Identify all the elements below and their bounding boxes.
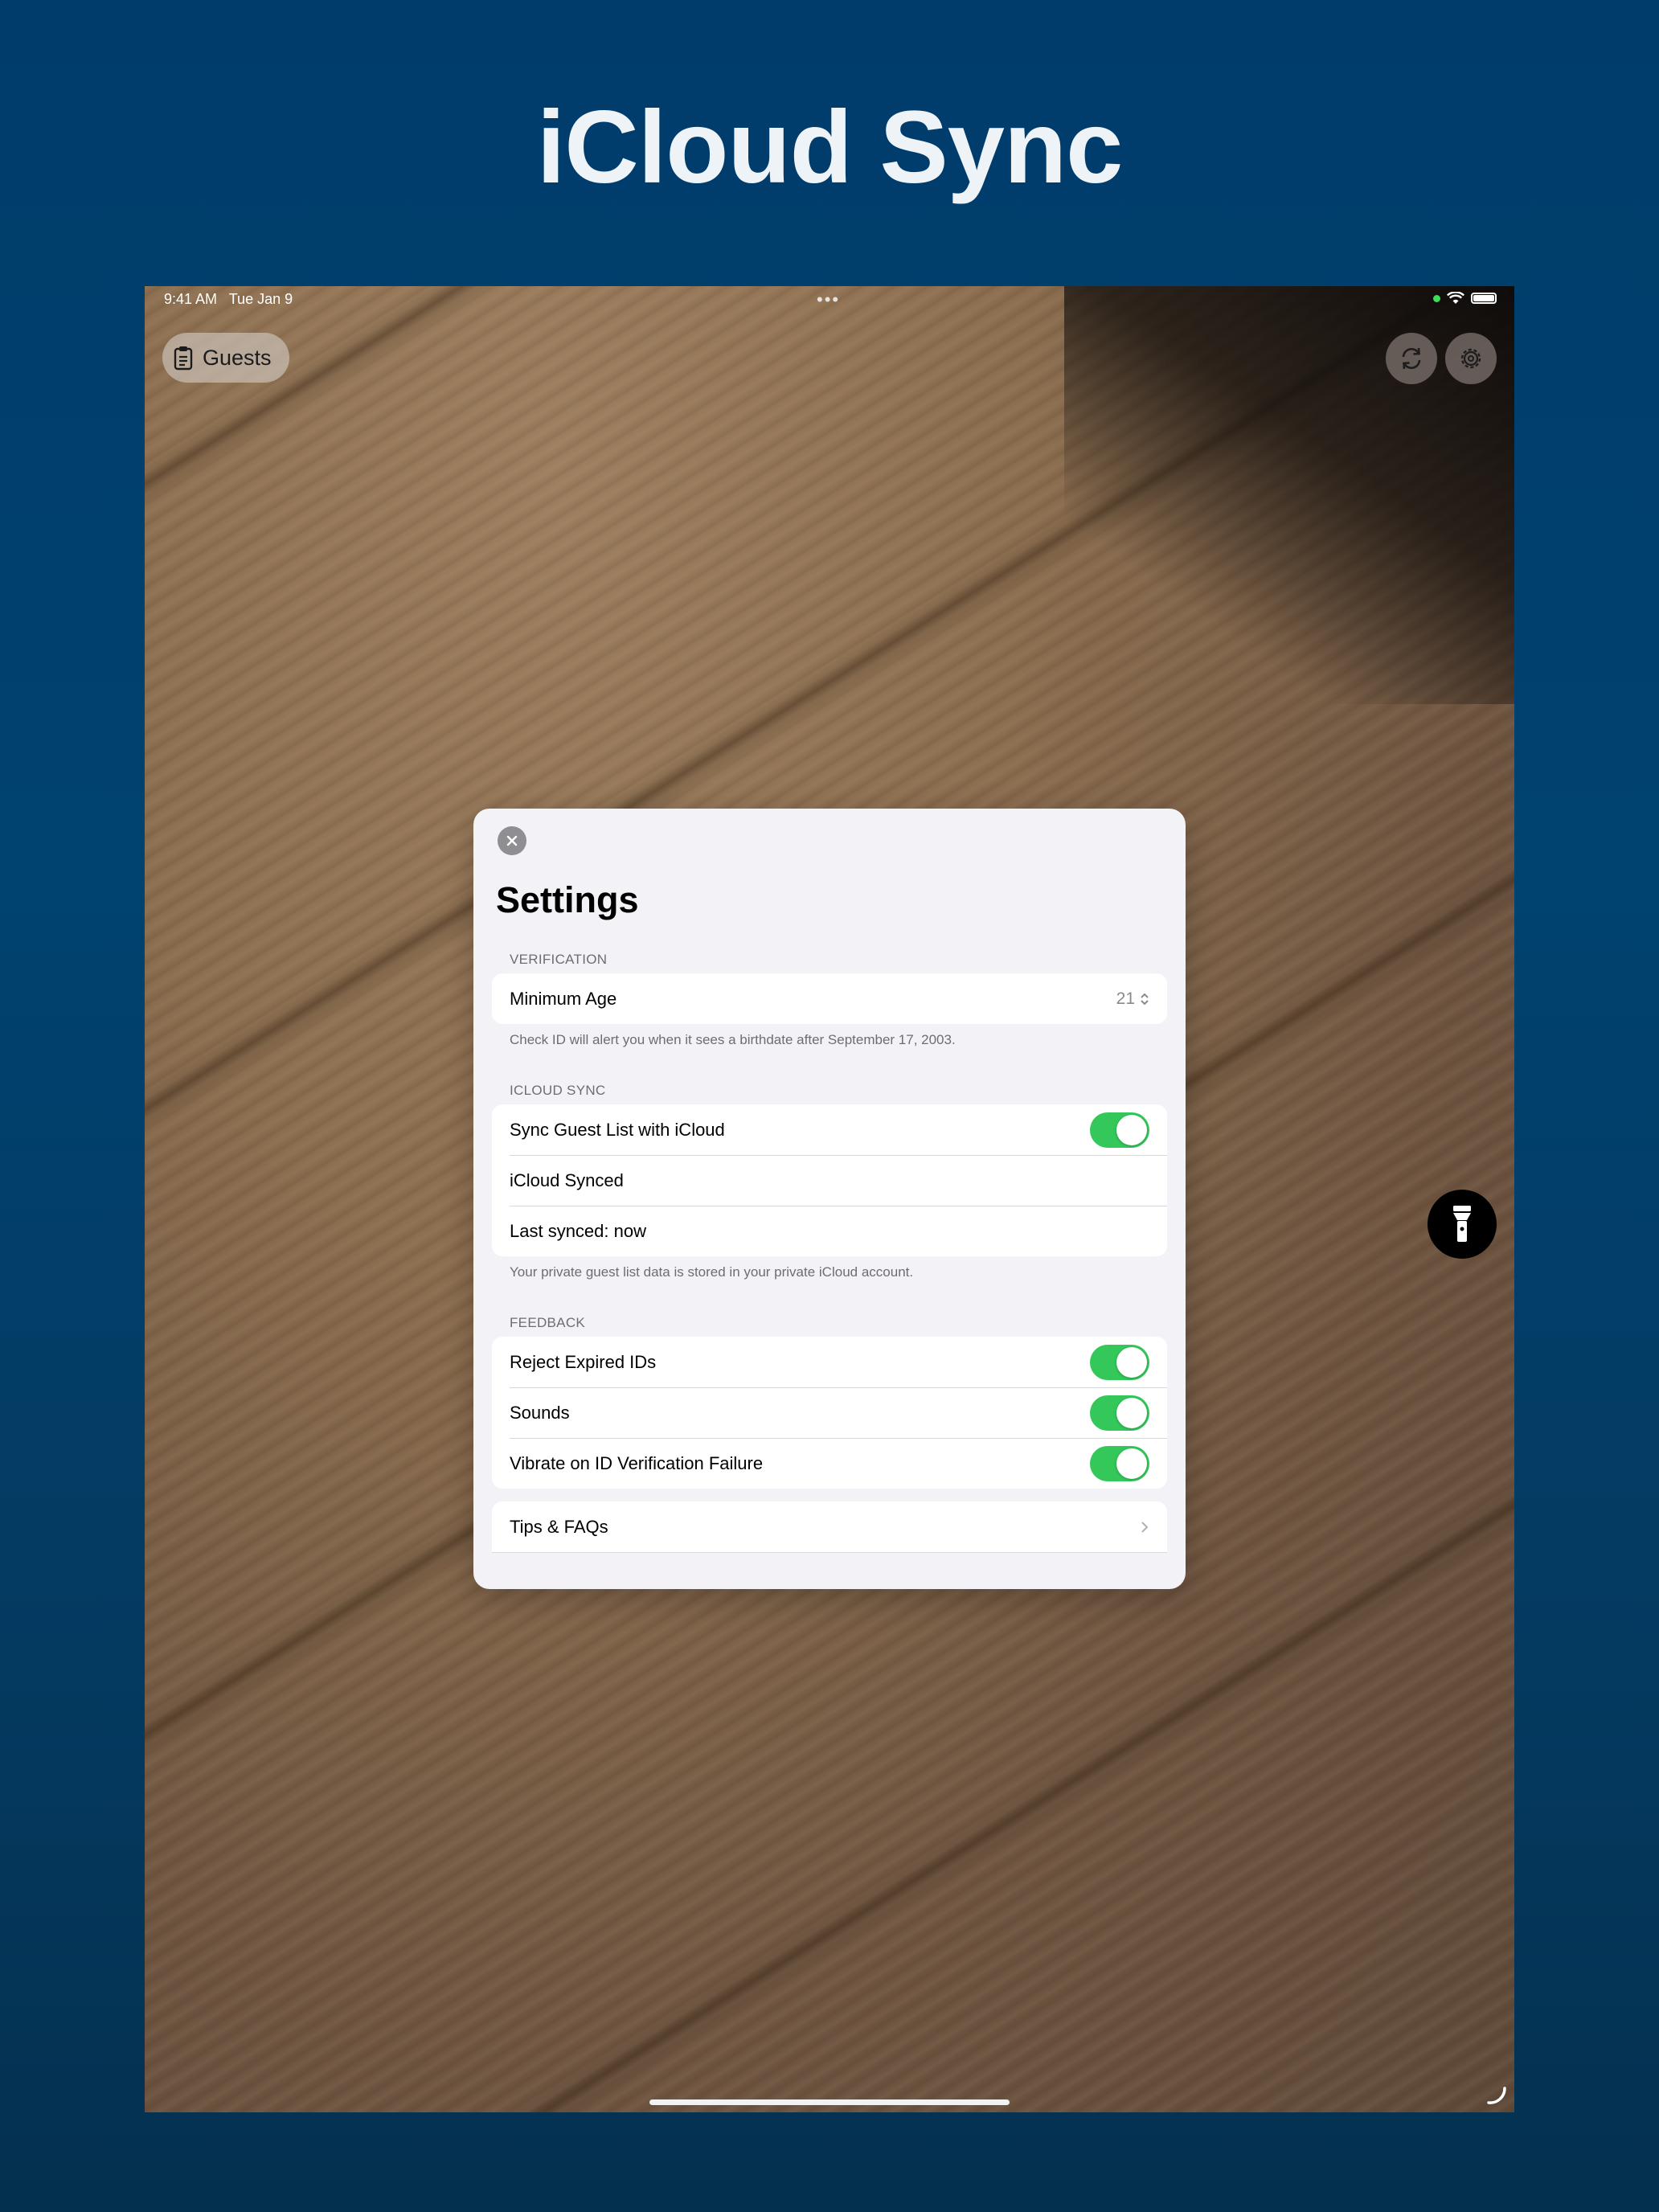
status-time: 9:41 AM Tue Jan 9 <box>164 291 293 308</box>
sync-guest-list-label: Sync Guest List with iCloud <box>510 1119 725 1140</box>
sounds-row: Sounds <box>492 1387 1167 1438</box>
multitasking-dots[interactable]: ••• <box>817 289 840 310</box>
gear-icon <box>1460 348 1481 369</box>
verification-group: Minimum Age 21 <box>492 973 1167 1024</box>
minimum-age-row[interactable]: Minimum Age 21 <box>492 973 1167 1024</box>
vibrate-on-failure-label: Vibrate on ID Verification Failure <box>510 1452 764 1473</box>
clipboard-icon <box>174 346 193 371</box>
section-header-feedback: FEEDBACK <box>510 1315 586 1330</box>
icloud-status-label: iCloud Synced <box>510 1169 624 1190</box>
guests-label: Guests <box>203 345 272 370</box>
settings-button[interactable] <box>1445 333 1497 384</box>
minimum-age-value: 21 <box>1116 989 1135 1008</box>
guests-button[interactable]: Guests <box>162 333 289 383</box>
tips-faqs-row[interactable]: Tips & FAQs <box>492 1501 1167 1553</box>
flashlight-icon <box>1453 1206 1471 1242</box>
sync-button[interactable] <box>1386 333 1437 384</box>
last-synced-label: Last synced: now <box>510 1220 646 1241</box>
page-title: Settings <box>496 879 639 920</box>
minimum-age-picker[interactable]: 21 <box>1116 989 1149 1009</box>
icloud-sync-group: Sync Guest List with iCloud iCloud Synce… <box>492 1104 1167 1256</box>
reject-expired-ids-row: Reject Expired IDs <box>492 1337 1167 1387</box>
device-screen: 9:41 AM Tue Jan 9 ••• Guests Settings VE… <box>145 286 1514 2112</box>
status-date-value: Tue Jan 9 <box>228 291 293 307</box>
tips-faqs-label: Tips & FAQs <box>510 1516 608 1537</box>
sounds-toggle[interactable] <box>1090 1395 1149 1431</box>
camera-in-use-indicator <box>1433 294 1440 302</box>
icloud-sync-footnote: Your private guest list data is stored i… <box>510 1264 914 1280</box>
sync-icon <box>1402 347 1421 370</box>
sync-guest-list-row: Sync Guest List with iCloud <box>492 1104 1167 1155</box>
reject-expired-ids-label: Reject Expired IDs <box>510 1351 657 1372</box>
status-bar: 9:41 AM Tue Jan 9 ••• <box>145 286 1514 310</box>
section-header-icloud-sync: ICLOUD SYNC <box>510 1083 606 1098</box>
settings-sheet: Settings VERIFICATION Minimum Age 21 Che… <box>473 809 1186 1589</box>
tips-group: Tips & FAQs <box>492 1501 1167 1553</box>
section-header-verification: VERIFICATION <box>510 952 608 967</box>
close-button[interactable] <box>498 826 526 855</box>
up-down-chevron-icon <box>1141 993 1149 1005</box>
feedback-group: Reject Expired IDs Sounds Vibrate on ID … <box>492 1337 1167 1489</box>
battery-icon <box>1471 293 1497 304</box>
chevron-right-icon <box>1141 1521 1149 1533</box>
status-indicators <box>1433 292 1497 305</box>
resize-handle-icon[interactable] <box>1485 2083 1508 2106</box>
vibrate-on-failure-toggle[interactable] <box>1090 1445 1149 1481</box>
last-synced-row: Last synced: now <box>492 1206 1167 1256</box>
verification-footnote: Check ID will alert you when it sees a b… <box>510 1032 956 1047</box>
sounds-label: Sounds <box>510 1402 570 1423</box>
status-time-value: 9:41 AM <box>164 291 218 307</box>
wifi-icon <box>1447 292 1464 304</box>
icloud-status-row: iCloud Synced <box>492 1155 1167 1206</box>
minimum-age-label: Minimum Age <box>510 988 617 1009</box>
vibrate-on-failure-row: Vibrate on ID Verification Failure <box>492 1438 1167 1489</box>
flashlight-button[interactable] <box>1428 1190 1497 1259</box>
home-indicator[interactable] <box>649 2099 1010 2105</box>
promo-title: iCloud Sync <box>536 90 1124 205</box>
sync-guest-list-toggle[interactable] <box>1090 1112 1149 1148</box>
close-icon <box>506 835 518 846</box>
reject-expired-ids-toggle[interactable] <box>1090 1344 1149 1380</box>
